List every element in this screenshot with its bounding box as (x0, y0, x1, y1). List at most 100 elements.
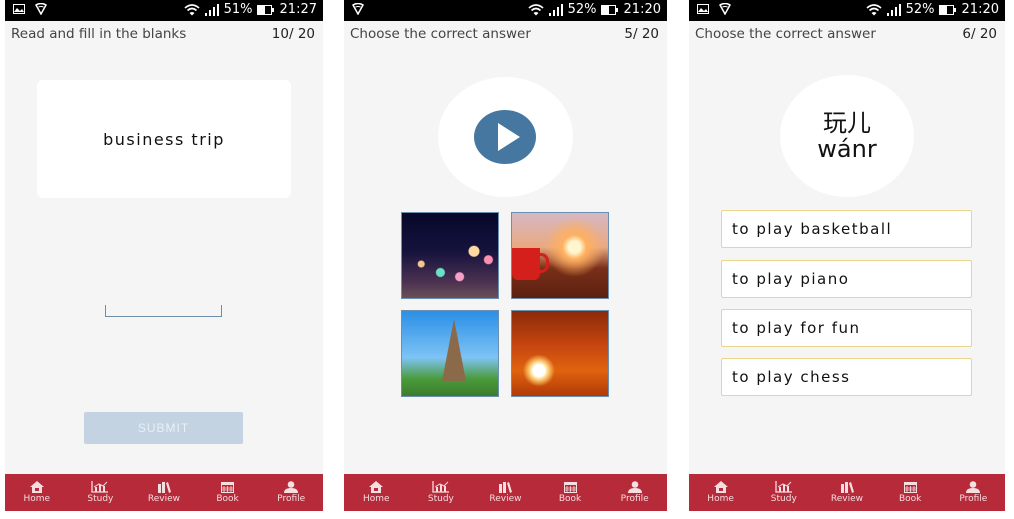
phone-screen-audio-choice: 52% 21:20 Choose the correct answer 5/ 2… (344, 0, 667, 511)
books-icon (157, 481, 171, 494)
nav-label: Review (830, 494, 864, 504)
tower-shape (442, 319, 466, 381)
clock: 21:20 (961, 2, 999, 17)
word-prompt: 玩儿 wánr (780, 75, 914, 197)
nav-label: Profile (277, 494, 306, 504)
hanzi-text: 玩儿 (823, 109, 871, 137)
home-icon (713, 481, 728, 494)
phone-screen-word-choice: 52% 21:20 Choose the correct answer 6/ 2… (689, 0, 1005, 511)
image-option-sunset[interactable] (511, 310, 609, 397)
nav-label: Review (489, 494, 522, 504)
profile-icon (284, 481, 299, 494)
prompt-card: business trip (37, 80, 291, 198)
audio-prompt (438, 77, 573, 197)
answer-option[interactable]: to play chess (721, 358, 972, 396)
chart-icon (432, 481, 450, 494)
nav-profile[interactable]: Profile (605, 474, 665, 511)
signal-icon (548, 3, 564, 16)
nav-book[interactable]: Book (198, 474, 258, 511)
nav-study[interactable]: Study (754, 474, 814, 511)
exercise-header: Choose the correct answer 6/ 20 (689, 23, 1005, 45)
books-icon (498, 481, 513, 494)
phone-screen-fill-blanks: 51% 21:27 Read and fill in the blanks 10… (5, 0, 323, 511)
question-counter: 5/ 20 (624, 26, 659, 42)
submit-button[interactable]: SUBMIT (84, 412, 243, 444)
books-icon (840, 481, 854, 494)
battery-icon (938, 4, 956, 15)
signal-icon (886, 3, 902, 16)
nav-label: Home (707, 494, 734, 504)
signal-icon (204, 3, 220, 16)
exercise-title: Choose the correct answer (350, 26, 531, 42)
nav-book[interactable]: Book (540, 474, 600, 511)
exercise-header: Choose the correct answer 5/ 20 (344, 23, 667, 45)
prompt-text: business trip (103, 129, 225, 149)
calendar-icon (903, 481, 917, 494)
exercise-title: Read and fill in the blanks (11, 26, 187, 42)
bottom-nav: Home Study Review Book Profile (689, 474, 1005, 511)
battery-percent: 52% (567, 2, 597, 17)
home-icon (369, 481, 384, 494)
answer-option[interactable]: to play basketball (721, 210, 972, 248)
nav-profile[interactable]: Profile (943, 474, 1003, 511)
answer-option[interactable]: to play piano (721, 260, 972, 298)
nav-book[interactable]: Book (880, 474, 940, 511)
question-counter: 6/ 20 (962, 26, 997, 42)
nav-home[interactable]: Home (346, 474, 406, 511)
nav-review[interactable]: Review (817, 474, 877, 511)
answer-input[interactable] (105, 305, 222, 317)
calendar-icon (563, 481, 577, 494)
image-icon (697, 4, 709, 14)
image-option-eiffel-tower[interactable] (401, 310, 499, 397)
nav-study[interactable]: Study (411, 474, 471, 511)
nav-label: Profile (620, 494, 649, 504)
clock: 21:20 (623, 2, 661, 17)
vpn-shield-icon (35, 3, 47, 15)
battery-percent: 52% (905, 2, 935, 17)
battery-icon (600, 4, 618, 15)
nav-home[interactable]: Home (691, 474, 751, 511)
question-counter: 10/ 20 (271, 26, 315, 42)
image-option-cup-sunset[interactable] (511, 212, 609, 299)
nav-label: Book (558, 494, 582, 504)
nav-review[interactable]: Review (134, 474, 194, 511)
nav-study[interactable]: Study (70, 474, 130, 511)
chart-icon (91, 481, 109, 494)
nav-label: Study (770, 494, 797, 504)
pinyin-text: wánr (817, 135, 877, 163)
profile-icon (627, 481, 642, 494)
vpn-shield-icon (719, 3, 731, 15)
nav-label: Study (87, 494, 114, 504)
nav-review[interactable]: Review (475, 474, 535, 511)
battery-icon (256, 4, 274, 15)
nav-label: Home (23, 494, 51, 504)
nav-home[interactable]: Home (7, 474, 67, 511)
play-icon[interactable] (474, 110, 536, 164)
status-bar: 51% 21:27 (5, 0, 323, 21)
image-icon (13, 4, 25, 14)
cup-shape (512, 248, 549, 280)
wifi-icon (528, 3, 544, 16)
nav-profile[interactable]: Profile (261, 474, 321, 511)
battery-percent: 51% (223, 2, 253, 17)
status-bar: 52% 21:20 (344, 0, 667, 21)
profile-icon (966, 481, 981, 494)
nav-label: Profile (959, 494, 988, 504)
exercise-title: Choose the correct answer (695, 26, 876, 42)
status-bar: 52% 21:20 (689, 0, 1005, 21)
wifi-icon (866, 3, 882, 16)
nav-label: Review (147, 494, 181, 504)
clock: 21:27 (279, 2, 317, 17)
vpn-shield-icon (352, 3, 364, 15)
nav-label: Home (363, 494, 390, 504)
answer-option[interactable]: to play for fun (721, 309, 972, 347)
calendar-icon (221, 481, 235, 494)
exercise-header: Read and fill in the blanks 10/ 20 (5, 23, 323, 45)
bottom-nav: Home Study Review Book Profile (344, 474, 667, 511)
bottom-nav: Home Study Review Book Profile (5, 474, 323, 511)
home-icon (29, 481, 44, 494)
nav-label: Book (216, 494, 239, 504)
nav-label: Book (898, 494, 922, 504)
wifi-icon (184, 3, 200, 16)
image-option-city-lights[interactable] (401, 212, 499, 299)
